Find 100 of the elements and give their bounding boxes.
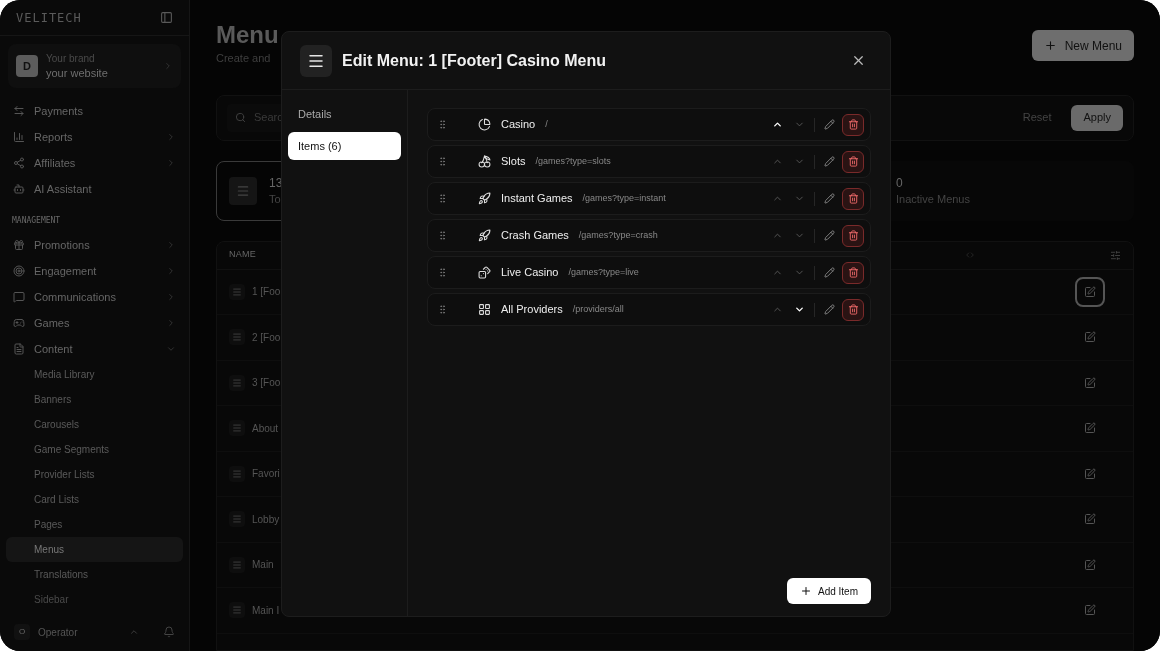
delete-button[interactable] [842, 187, 864, 210]
rocket-icon [478, 192, 491, 205]
chevron-right-icon [163, 61, 173, 71]
delete-button[interactable] [842, 150, 864, 173]
apply-button[interactable]: Apply [1071, 104, 1123, 131]
edit-icon [1084, 376, 1096, 389]
item-path: / [545, 117, 548, 131]
search-icon [235, 112, 246, 123]
drag-handle-icon[interactable] [437, 156, 448, 167]
chip-icon [478, 118, 491, 131]
logo: VELITECH [16, 9, 82, 27]
plus-icon [1043, 39, 1057, 52]
sidebar-item[interactable]: Reports [6, 124, 183, 150]
sidebar-item[interactable]: Games [6, 310, 183, 336]
drag-handle-icon[interactable] [437, 119, 448, 130]
sidebar-subitem[interactable]: Pages [6, 512, 183, 537]
row-name: Lobby [252, 512, 280, 527]
sidebar-subitem[interactable]: Provider Lists [6, 462, 183, 487]
edit-icon[interactable] [824, 119, 835, 130]
brand-name: your website [46, 66, 109, 80]
page-title: Menu [216, 20, 279, 50]
trash-icon [847, 267, 859, 278]
reset-button[interactable]: Reset [1010, 104, 1064, 131]
edit-icon[interactable] [824, 230, 835, 241]
edit-icon[interactable] [824, 156, 835, 167]
item-name: Live Casino [501, 265, 559, 281]
sidebar-subitem[interactable]: Game Segments [6, 437, 183, 462]
document-icon [13, 343, 25, 355]
item-name: Casino [501, 117, 536, 133]
sidebar-toggle-icon[interactable] [160, 11, 173, 24]
gamepad-icon [13, 317, 25, 329]
add-item-button[interactable]: Add Item [786, 578, 871, 604]
row-name: 3 [Foo [252, 376, 281, 391]
sidebar-subitem[interactable]: Sidebar [6, 587, 183, 612]
stat-value: 0 [896, 174, 904, 191]
item-path: /games?type=slots [535, 154, 611, 168]
delete-button[interactable] [842, 224, 864, 247]
sidebar-item[interactable]: AI Assistant [6, 176, 183, 202]
new-menu-button[interactable]: New Menu [1031, 30, 1134, 61]
edit-icon [1084, 331, 1096, 344]
sidebar-item[interactable]: Content [6, 336, 183, 362]
cherry-icon [478, 155, 491, 168]
edit-icon [1084, 558, 1096, 571]
sidebar-item[interactable]: Communications [6, 284, 183, 310]
sidebar-subitem[interactable]: Carousels [6, 412, 183, 437]
trash-icon [847, 156, 859, 167]
sidebar-subitem[interactable]: Banners [6, 387, 183, 412]
edit-icon [1084, 285, 1096, 298]
sidebar-subitem[interactable]: Menus [6, 537, 183, 562]
drag-handle-icon[interactable] [437, 230, 448, 241]
dialog-title: Edit Menu: 1 [Footer] Casino Menu [342, 50, 606, 71]
row-name: Favori [252, 467, 280, 482]
item-path: /games?type=crash [578, 228, 658, 242]
close-icon[interactable] [851, 53, 866, 68]
sidebar-item[interactable]: Affiliates [6, 150, 183, 176]
item-path: /providers/all [572, 302, 624, 316]
robot-icon [13, 183, 25, 195]
item-name: Instant Games [501, 191, 573, 207]
filter-settings-icon[interactable] [1110, 249, 1121, 261]
sidebar-subitem[interactable]: Card Lists [6, 487, 183, 512]
dialog-tab[interactable]: Details [288, 100, 401, 128]
row-name: 2 [Foo [252, 330, 281, 345]
trash-icon [847, 304, 859, 315]
user-name[interactable]: Operator [38, 624, 121, 640]
row-name: 1 [Foo [252, 285, 281, 300]
bell-icon[interactable] [163, 626, 175, 638]
edit-icon[interactable] [824, 193, 835, 204]
share-icon [13, 157, 25, 169]
item-name: All Providers [501, 302, 563, 318]
column-header: NAME [229, 248, 256, 262]
edit-button[interactable] [1075, 276, 1105, 307]
user-avatar: O [14, 624, 30, 640]
sidebar-item[interactable]: Engagement [6, 258, 183, 284]
grid-icon [478, 303, 491, 316]
delete-button[interactable] [842, 261, 864, 284]
stat-label: Inactive Menus [896, 191, 970, 207]
trash-icon [847, 230, 859, 241]
delete-button[interactable] [842, 113, 864, 136]
edit-icon [1084, 467, 1096, 480]
plus-icon [799, 585, 812, 597]
row-name: About [252, 421, 279, 436]
bar-chart-icon [13, 131, 25, 143]
sidebar-subitem[interactable]: Media Library [6, 362, 183, 387]
edit-icon[interactable] [824, 267, 835, 278]
sidebar-subitem[interactable]: Translations [6, 562, 183, 587]
move-up-icon[interactable] [772, 119, 783, 130]
page-subtitle: Create and [216, 51, 272, 66]
edit-icon[interactable] [824, 304, 835, 315]
move-down-icon[interactable] [794, 304, 805, 315]
trash-icon [847, 119, 859, 130]
drag-handle-icon[interactable] [437, 193, 448, 204]
brand-avatar: D [16, 55, 38, 77]
dialog-tab[interactable]: Items (6) [288, 132, 401, 160]
dice-icon [478, 266, 491, 279]
sidebar-item[interactable]: Promotions [6, 232, 183, 258]
drag-handle-icon[interactable] [437, 267, 448, 278]
delete-button[interactable] [842, 298, 864, 321]
sidebar-item[interactable]: Payments [6, 98, 183, 124]
drag-handle-icon[interactable] [437, 304, 448, 315]
edit-icon [1084, 422, 1096, 435]
